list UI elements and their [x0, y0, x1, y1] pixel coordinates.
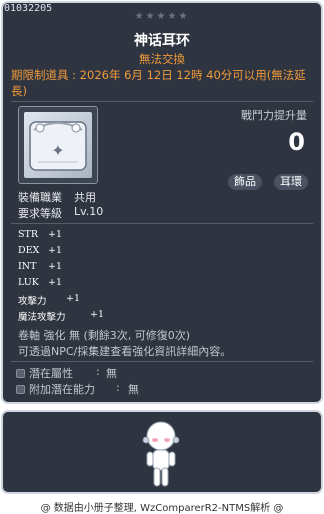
character-preview — [1, 410, 323, 494]
potential-row: 潛在屬性 : 無 — [16, 365, 117, 381]
type-tag: 耳環 — [274, 174, 308, 190]
item-tooltip: 01032205 ★★★★★ 神话耳环 無法交換 期限制道具 : 2026年 6… — [1, 1, 323, 404]
category-tag: 飾品 — [228, 174, 262, 190]
stat-name: INT — [18, 261, 37, 272]
stat-value: +1 — [48, 261, 63, 272]
stat-name: STR — [18, 229, 38, 240]
expiry-notice: 期限制道具 : 2026年 6月 12日 12時 40分可以用(無法延長) — [11, 68, 306, 98]
add-potential-icon — [16, 384, 25, 394]
stat-row: INT +1 — [18, 261, 62, 272]
divider — [11, 101, 313, 102]
req-job-value: 共用 — [74, 191, 96, 204]
stat-row: LUK +1 — [18, 277, 62, 288]
req-job-row: 裝備職業 共用 — [18, 189, 96, 205]
req-level-label: 要求等級 — [18, 207, 62, 220]
trade-status: 無法交換 — [139, 52, 185, 66]
credit-footer: @ 数据由小册子整理, WzComparerR2-NTMS解析 @ — [40, 503, 284, 514]
svg-text:✦: ✦ — [51, 141, 64, 160]
stat-row: STR +1 — [18, 229, 62, 240]
req-job-label: 裝備職業 — [18, 191, 62, 204]
divider — [11, 361, 313, 362]
stat-name: DEX — [18, 245, 40, 256]
character-avatar — [142, 421, 180, 487]
potential-label: 潛在屬性 — [29, 367, 73, 380]
stat-row: 攻擊力 +1 — [18, 293, 80, 307]
stat-row: 魔法攻擊力 +1 — [18, 309, 104, 323]
stat-name: LUK — [18, 277, 39, 288]
item-icon-frame: ✦ — [18, 106, 98, 184]
enhance-info: 卷軸 強化 無 (剩餘3次, 可修復0次) — [18, 329, 191, 342]
potential-sep: : — [96, 365, 100, 378]
stat-value: +1 — [48, 229, 63, 240]
stat-name: 魔法攻擊力 — [18, 312, 66, 323]
item-name: 神话耳环 — [134, 33, 190, 49]
add-potential-label: 附加潛在能力 — [29, 383, 95, 396]
stat-name: 攻擊力 — [18, 296, 47, 307]
star-rating: ★★★★★ — [134, 11, 190, 22]
stat-value: +1 — [48, 277, 63, 288]
divider — [11, 223, 313, 224]
stat-value: +1 — [66, 293, 81, 304]
potential-value: 無 — [106, 367, 117, 380]
add-potential-value: 無 — [128, 383, 139, 396]
enhance-hint: 可透過NPC/採集建查看強化資訊詳細內容。 — [18, 345, 232, 358]
stat-value: +1 — [48, 245, 63, 256]
potential-icon — [16, 368, 25, 378]
power-label: 戰鬥力提升量 — [241, 109, 307, 122]
earring-icon: ✦ — [24, 112, 92, 178]
power-value: 0 — [288, 128, 305, 156]
req-level-value: Lv.10 — [74, 205, 104, 218]
add-potential-sep: : — [116, 381, 120, 394]
stat-row: DEX +1 — [18, 245, 62, 256]
req-level-row: 要求等級 Lv.10 — [18, 205, 103, 221]
add-potential-row: 附加潛在能力 : 無 — [16, 381, 139, 397]
stat-value: +1 — [90, 309, 105, 320]
